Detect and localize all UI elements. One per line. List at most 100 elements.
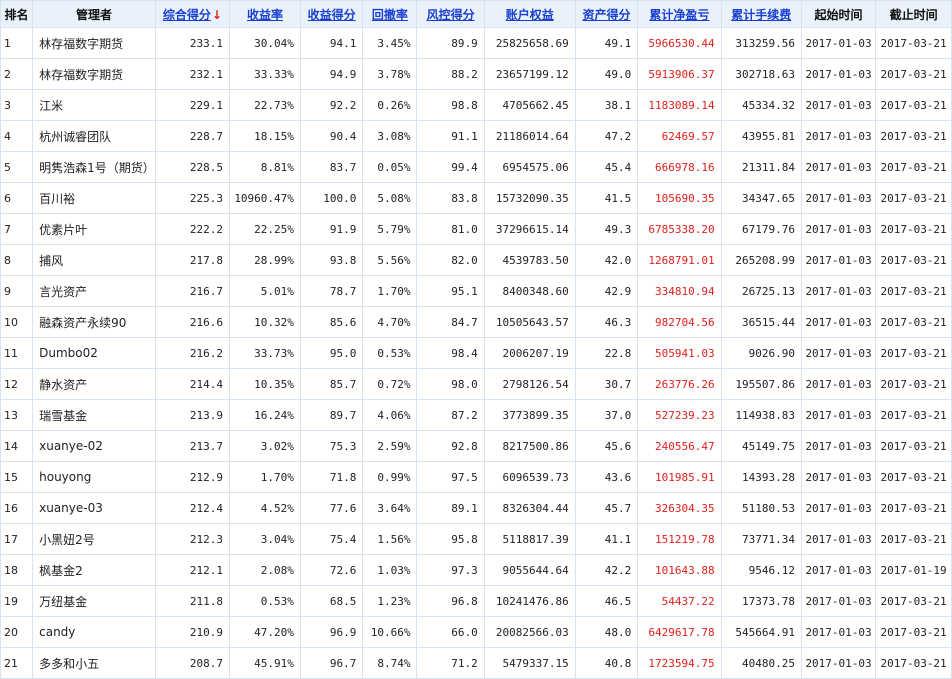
manager-cell: xuanye-02: [32, 430, 156, 462]
drawdown-cell: 4.06%: [362, 399, 418, 431]
cum-fee-cell: 9026.90: [720, 337, 802, 369]
start-time-cell: 2017-01-03: [800, 58, 877, 90]
composite-score-cell: 228.5: [154, 151, 231, 183]
composite-score-cell: 208.7: [154, 647, 231, 679]
sort-composite-score[interactable]: 综合得分↓: [154, 0, 231, 28]
return-score-cell: 85.6: [299, 306, 364, 338]
sort-cum-pnl[interactable]: 累计净盈亏: [637, 0, 722, 28]
return-score-cell: 78.7: [299, 275, 364, 307]
cum-fee-cell: 45334.32: [720, 89, 802, 121]
manager-cell: 林存福数字期货: [32, 58, 156, 90]
return-rate-cell: 10960.47%: [229, 182, 301, 214]
end-time-cell: 2017-03-21: [875, 58, 952, 90]
return-score-cell: 83.7: [299, 151, 364, 183]
return-rate-cell: 0.53%: [229, 585, 301, 617]
account-equity-cell: 8217500.86: [483, 430, 576, 462]
end-time-cell: 2017-03-21: [875, 585, 952, 617]
sort-return-rate[interactable]: 收益率: [229, 0, 301, 28]
cum-pnl-cell: 62469.57: [637, 120, 722, 152]
cum-fee-cell: 302718.63: [720, 58, 802, 90]
cum-pnl-cell: 527239.23: [637, 399, 722, 431]
composite-score-cell: 229.1: [154, 89, 231, 121]
leaderboard-table: 排名 管理者 综合得分↓ 收益率 收益得分 回撤率 风控得分 账户权益 资产得分…: [0, 0, 952, 679]
sort-cum-fee[interactable]: 累计手续费: [720, 0, 802, 28]
end-time-cell: 2017-03-21: [875, 27, 952, 59]
start-time-cell: 2017-01-03: [800, 616, 877, 648]
cum-pnl-cell: 666978.16: [637, 151, 722, 183]
drawdown-cell: 0.72%: [362, 368, 418, 400]
cum-fee-cell: 195507.86: [720, 368, 802, 400]
manager-cell: 多多和小五: [32, 647, 156, 679]
rank-cell: 2: [0, 58, 34, 90]
drawdown-cell: 5.79%: [362, 213, 418, 245]
account-equity-cell: 6096539.73: [483, 461, 576, 493]
composite-score-cell: 211.8: [154, 585, 231, 617]
account-equity-cell: 5479337.15: [483, 647, 576, 679]
table-row: 3 江米 229.1 22.73% 92.2 0.26% 98.8 4705662.45 38.…: [0, 89, 952, 121]
cum-fee-cell: 265208.99: [720, 244, 802, 276]
account-equity-cell: 5118817.39: [483, 523, 576, 555]
risk-score-cell: 66.0: [416, 616, 485, 648]
account-equity-cell: 9055644.64: [483, 554, 576, 586]
start-time-cell: 2017-01-03: [800, 27, 877, 59]
manager-cell: 万纽基金: [32, 585, 156, 617]
cum-pnl-cell: 6429617.78: [637, 616, 722, 648]
sort-return-score[interactable]: 收益得分: [299, 0, 364, 28]
sort-asset-score[interactable]: 资产得分: [574, 0, 639, 28]
asset-score-cell: 47.2: [574, 120, 639, 152]
table-row: 16 xuanye-03 212.4 4.52% 77.6 3.64% 89.1 832630…: [0, 492, 952, 524]
end-time-cell: 2017-03-21: [875, 399, 952, 431]
cum-pnl-cell: 334810.94: [637, 275, 722, 307]
start-time-cell: 2017-01-03: [800, 244, 877, 276]
cum-fee-cell: 51180.53: [720, 492, 802, 524]
asset-score-cell: 30.7: [574, 368, 639, 400]
risk-score-cell: 97.5: [416, 461, 485, 493]
composite-score-cell: 217.8: [154, 244, 231, 276]
composite-score-cell: 216.7: [154, 275, 231, 307]
cum-pnl-cell: 6785338.20: [637, 213, 722, 245]
return-score-cell: 72.6: [299, 554, 364, 586]
drawdown-cell: 3.78%: [362, 58, 418, 90]
account-equity-cell: 37296615.14: [483, 213, 576, 245]
table-row: 6 百川裕 225.3 10960.47% 100.0 5.08% 83.8 15732090…: [0, 182, 952, 214]
table-row: 15 houyong 212.9 1.70% 71.8 0.99% 97.5 6096539.…: [0, 461, 952, 493]
composite-score-cell: 212.9: [154, 461, 231, 493]
cum-fee-cell: 545664.91: [720, 616, 802, 648]
risk-score-cell: 71.2: [416, 647, 485, 679]
table-row: 11 Dumbo02 216.2 33.73% 95.0 0.53% 98.4 2006207…: [0, 337, 952, 369]
start-time-cell: 2017-01-03: [800, 306, 877, 338]
asset-score-cell: 45.6: [574, 430, 639, 462]
sort-risk-score[interactable]: 风控得分: [416, 0, 485, 28]
cum-pnl-cell: 54437.22: [637, 585, 722, 617]
header-manager: 管理者: [32, 0, 156, 28]
table-row: 17 小黑妞2号 212.3 3.04% 75.4 1.56% 95.8 5118817.39…: [0, 523, 952, 555]
return-score-cell: 90.4: [299, 120, 364, 152]
return-score-cell: 68.5: [299, 585, 364, 617]
cum-pnl-cell: 101985.91: [637, 461, 722, 493]
cum-fee-cell: 21311.84: [720, 151, 802, 183]
manager-cell: 林存福数字期货: [32, 27, 156, 59]
return-score-cell: 93.8: [299, 244, 364, 276]
table-header-row: 排名 管理者 综合得分↓ 收益率 收益得分 回撤率 风控得分 账户权益 资产得分…: [0, 0, 952, 28]
return-score-cell: 75.4: [299, 523, 364, 555]
sort-account-equity[interactable]: 账户权益: [483, 0, 576, 28]
return-rate-cell: 47.20%: [229, 616, 301, 648]
return-rate-cell: 30.04%: [229, 27, 301, 59]
asset-score-cell: 49.0: [574, 58, 639, 90]
rank-cell: 20: [0, 616, 34, 648]
asset-score-cell: 48.0: [574, 616, 639, 648]
rank-cell: 4: [0, 120, 34, 152]
manager-cell: 百川裕: [32, 182, 156, 214]
drawdown-cell: 0.05%: [362, 151, 418, 183]
end-time-cell: 2017-03-21: [875, 368, 952, 400]
table-row: 12 静水资产 214.4 10.35% 85.7 0.72% 98.0 2798126.54…: [0, 368, 952, 400]
composite-score-cell: 213.7: [154, 430, 231, 462]
cum-pnl-cell: 105690.35: [637, 182, 722, 214]
sort-drawdown[interactable]: 回撤率: [362, 0, 418, 28]
table-row: 21 多多和小五 208.7 45.91% 96.7 8.74% 71.2 5479337.1…: [0, 647, 952, 679]
end-time-cell: 2017-03-21: [875, 523, 952, 555]
rank-cell: 10: [0, 306, 34, 338]
cum-fee-cell: 26725.13: [720, 275, 802, 307]
cum-pnl-cell: 505941.03: [637, 337, 722, 369]
start-time-cell: 2017-01-03: [800, 151, 877, 183]
